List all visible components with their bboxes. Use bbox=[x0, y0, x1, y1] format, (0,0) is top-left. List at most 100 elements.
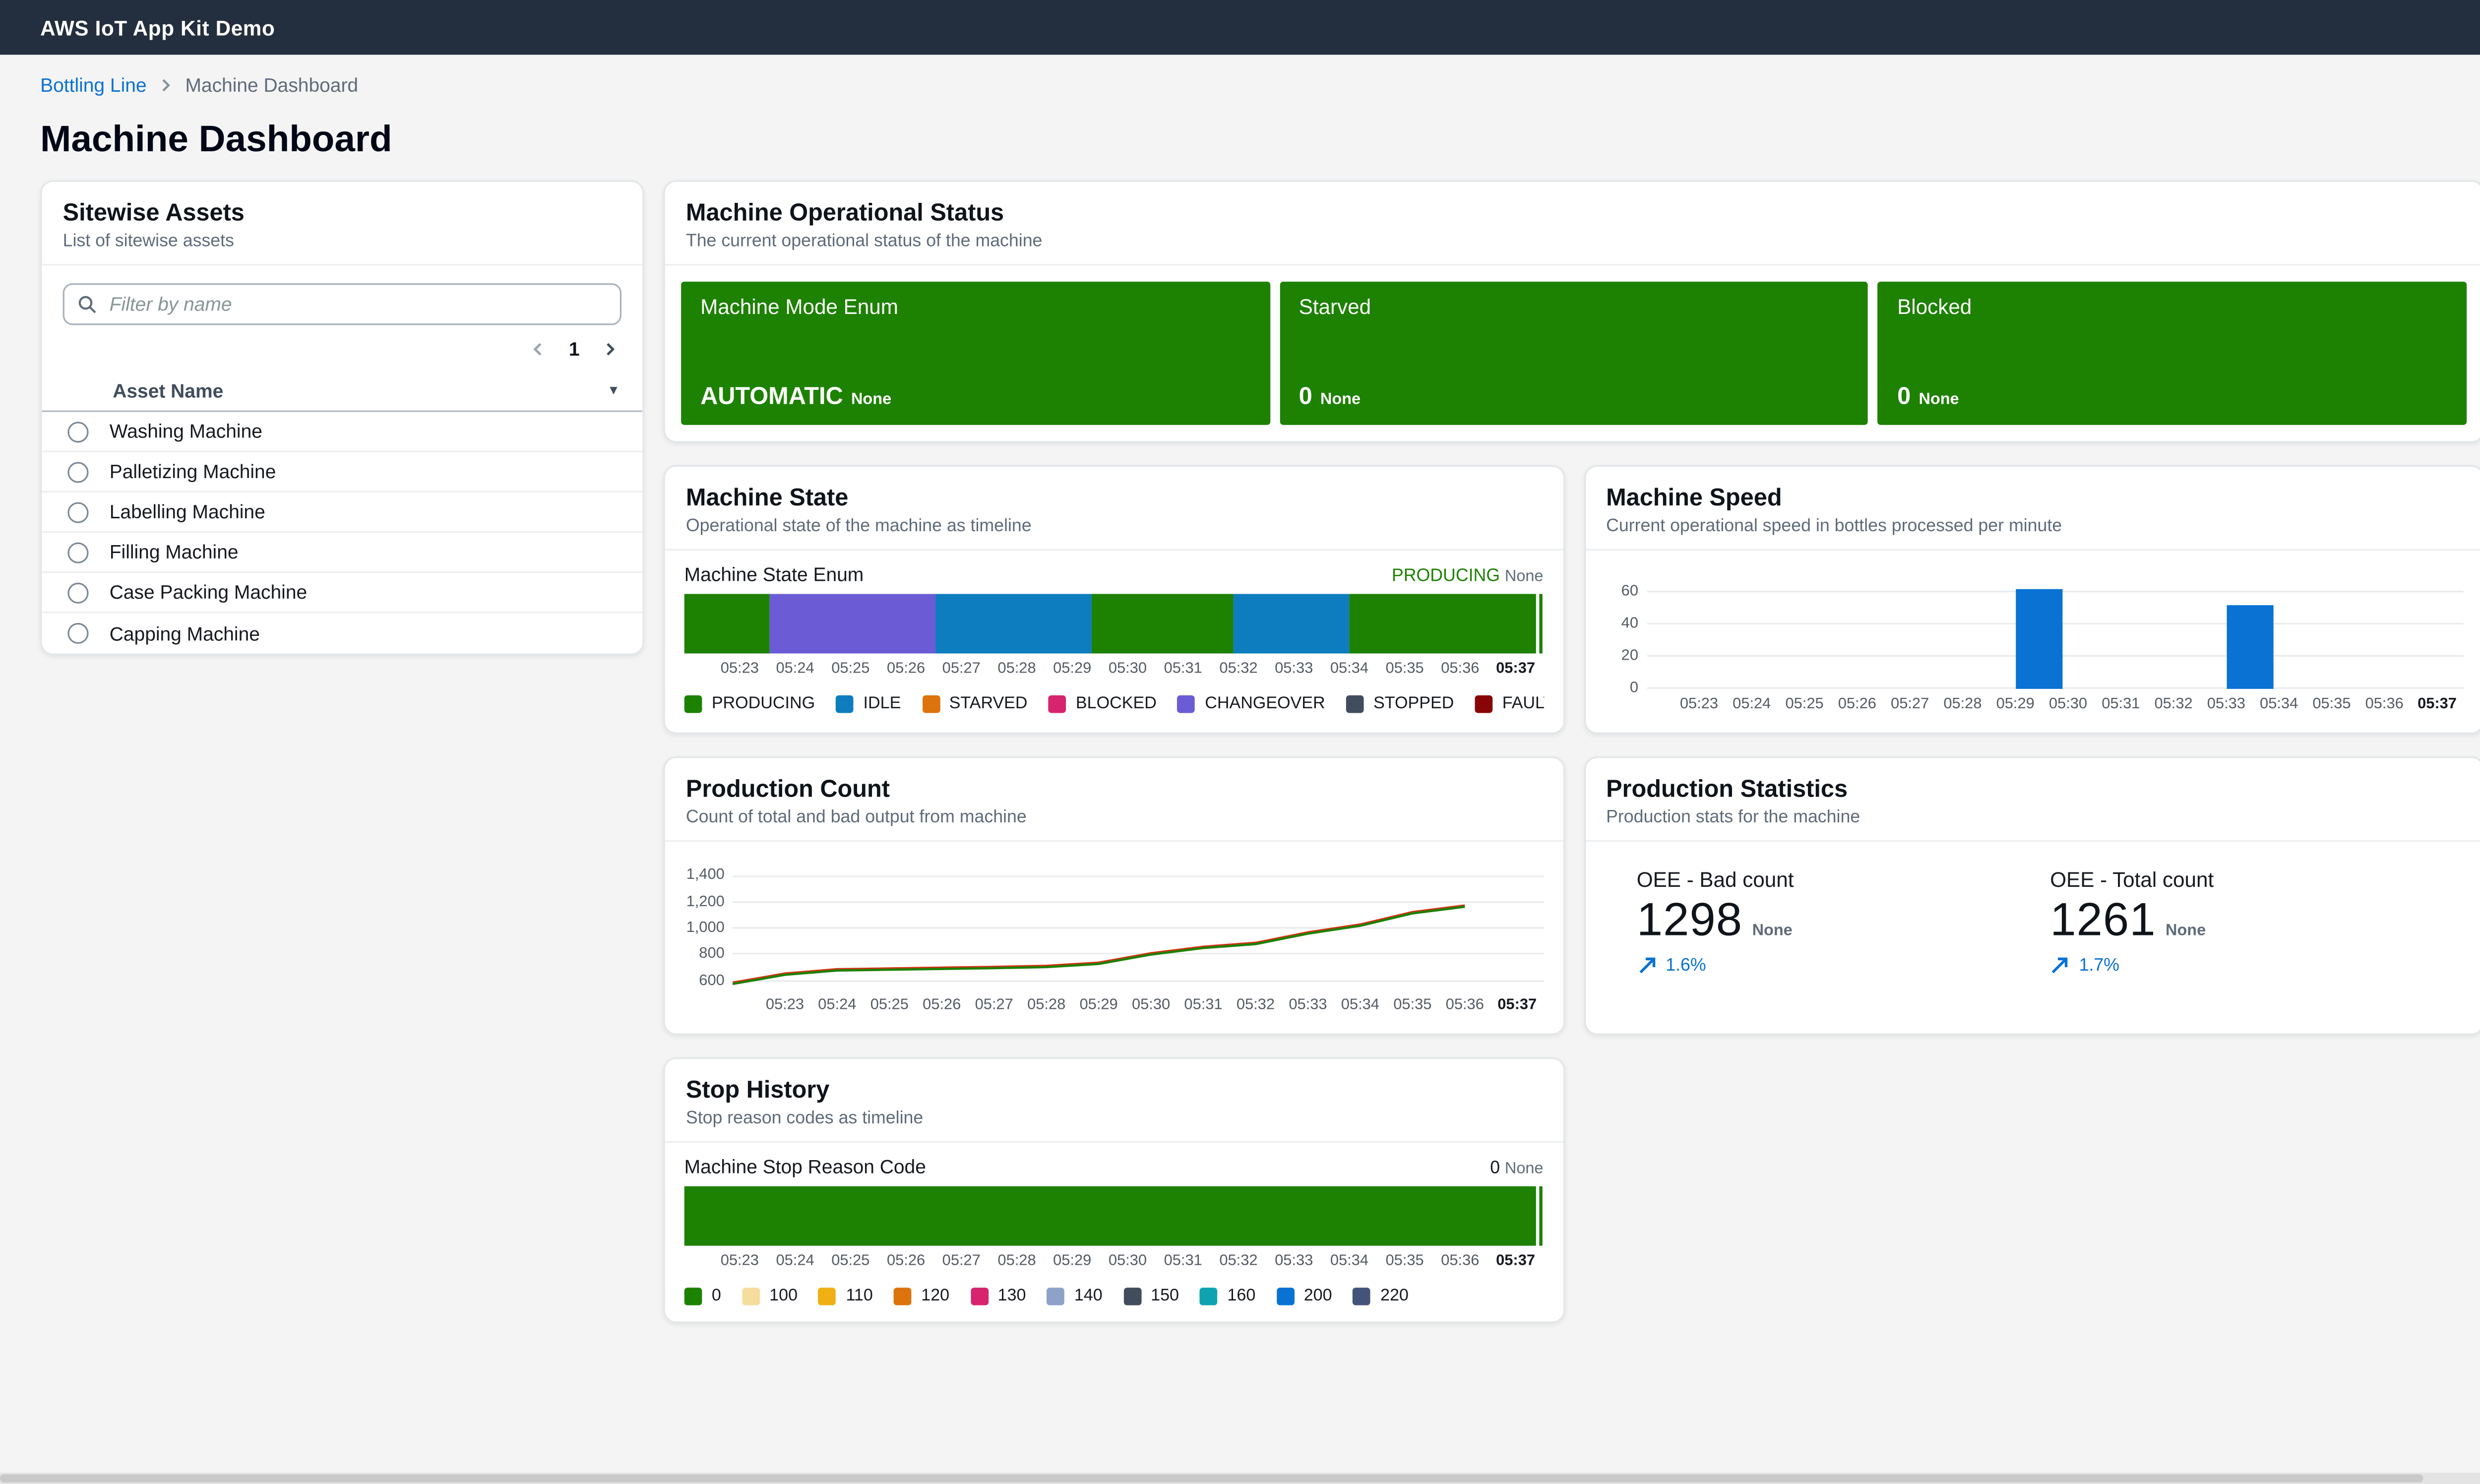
legend-swatch-icon bbox=[1047, 1287, 1065, 1304]
legend-item[interactable]: FAULTED bbox=[1475, 694, 1544, 713]
timeline-segment[interactable] bbox=[1091, 594, 1233, 653]
table-row[interactable]: Filling Machine bbox=[42, 533, 642, 573]
x-axis-tick: 05:24 bbox=[818, 996, 856, 1014]
timeline-segment[interactable] bbox=[769, 594, 936, 653]
x-axis-tick: 05:33 bbox=[1275, 1252, 1313, 1270]
machine-state-latest-value: PRODUCING bbox=[1392, 566, 1500, 586]
timeline-segment[interactable] bbox=[1539, 1186, 1544, 1246]
legend-item[interactable]: 140 bbox=[1047, 1286, 1103, 1305]
x-axis-tick: 05:26 bbox=[887, 1252, 925, 1270]
legend-item[interactable]: 0 bbox=[684, 1286, 721, 1305]
scrollbar-thumb[interactable] bbox=[0, 1475, 2423, 1483]
status-card-unit: None bbox=[1919, 391, 1959, 409]
legend-item[interactable]: STOPPED bbox=[1346, 694, 1454, 713]
production-statistics-title: Production Statistics bbox=[1606, 774, 2462, 805]
machine-state-timeline[interactable] bbox=[684, 594, 1544, 653]
legend-item[interactable]: 150 bbox=[1123, 1286, 1179, 1305]
speed-bar[interactable] bbox=[2226, 605, 2273, 689]
page-number-1[interactable]: 1 bbox=[558, 335, 591, 364]
x-axis-tick: 05:29 bbox=[1053, 660, 1091, 678]
breadcrumb-link-bottling-line[interactable]: Bottling Line bbox=[40, 74, 146, 96]
table-row[interactable]: Capping Machine bbox=[42, 613, 642, 653]
status-kpi-card: Blocked0None bbox=[1878, 282, 2467, 425]
timeline-segment[interactable] bbox=[936, 594, 1091, 653]
legend-item[interactable]: PRODUCING bbox=[684, 694, 815, 713]
trend-up-icon bbox=[1637, 954, 1658, 975]
radio-button[interactable] bbox=[67, 501, 88, 522]
table-row[interactable]: Case Packing Machine bbox=[42, 573, 642, 613]
radio-button[interactable] bbox=[67, 623, 88, 644]
x-axis-tick: 05:34 bbox=[2260, 695, 2298, 713]
speed-bar[interactable] bbox=[2015, 589, 2062, 689]
legend-swatch-icon bbox=[684, 1287, 702, 1304]
table-row[interactable]: Washing Machine bbox=[42, 412, 642, 452]
radio-button[interactable] bbox=[67, 542, 88, 562]
x-axis-tick: 05:28 bbox=[1943, 695, 1982, 713]
radio-button[interactable] bbox=[67, 461, 88, 482]
production-count-title: Production Count bbox=[686, 774, 1542, 805]
legend-item[interactable]: CHANGEOVER bbox=[1178, 694, 1325, 713]
timeline-segment[interactable] bbox=[684, 594, 769, 653]
asset-name-label: Case Packing Machine bbox=[110, 581, 307, 603]
legend-item[interactable]: STARVED bbox=[922, 694, 1028, 713]
radio-button[interactable] bbox=[67, 582, 88, 603]
machine-operational-status-panel: Machine Operational Status The current o… bbox=[663, 180, 2480, 442]
kpi-unit: None bbox=[2166, 922, 2206, 940]
legend-item[interactable]: 120 bbox=[894, 1286, 949, 1305]
legend-item[interactable]: 220 bbox=[1353, 1286, 1409, 1305]
stop-history-panel: Stop History Stop reason codes as timeli… bbox=[663, 1057, 1564, 1323]
chevron-right-icon bbox=[602, 341, 618, 357]
previous-page-button[interactable] bbox=[522, 338, 555, 360]
legend-item[interactable]: IDLE bbox=[836, 694, 901, 713]
stop-history-header: Stop History Stop reason codes as timeli… bbox=[665, 1059, 1563, 1143]
timeline-segment[interactable] bbox=[1350, 594, 1536, 653]
count-plot[interactable] bbox=[733, 865, 1543, 990]
status-kpi-card: Starved0None bbox=[1280, 282, 1868, 425]
timeline-segment[interactable] bbox=[684, 1186, 1536, 1246]
production-count-lines[interactable] bbox=[733, 865, 1543, 990]
x-axis-tick: 05:36 bbox=[2365, 695, 2404, 713]
legend-item[interactable]: 130 bbox=[970, 1286, 1026, 1305]
table-row[interactable]: Palletizing Machine bbox=[42, 452, 642, 493]
asset-filter-input[interactable] bbox=[106, 291, 607, 317]
status-kpi-card: Machine Mode EnumAUTOMATICNone bbox=[681, 282, 1270, 425]
legend-item[interactable]: 100 bbox=[742, 1286, 798, 1305]
status-card-value-row: 0None bbox=[1897, 383, 2447, 410]
asset-name-column-header[interactable]: Asset Name bbox=[113, 379, 223, 401]
timeline-gap[interactable] bbox=[1536, 594, 1539, 653]
stop-history-timeline[interactable] bbox=[684, 1186, 1544, 1246]
machine-state-ticks: 05:2305:2405:2505:2605:2705:2805:2905:30… bbox=[684, 660, 1544, 680]
x-axis-tick: 05:26 bbox=[887, 660, 925, 678]
x-axis-tick: 05:27 bbox=[942, 1252, 981, 1270]
machine-state-latest-unit: None bbox=[1505, 568, 1544, 586]
legend-label: STARVED bbox=[949, 694, 1028, 713]
line-series-total-count bbox=[733, 907, 1465, 984]
horizontal-scrollbar[interactable] bbox=[0, 1473, 2480, 1484]
kpi-trend-value: 1.6% bbox=[1666, 955, 1706, 975]
legend-item[interactable]: 200 bbox=[1277, 1286, 1332, 1305]
legend-item[interactable]: 110 bbox=[818, 1286, 873, 1305]
column-filter-icon[interactable]: ▼ bbox=[607, 383, 620, 397]
machine-state-description: Operational state of the machine as time… bbox=[686, 517, 1542, 536]
timeline-gap[interactable] bbox=[1536, 1186, 1539, 1246]
count-ticks: 05:2305:2405:2505:2605:2705:2805:2905:30… bbox=[733, 996, 1543, 1017]
legend-swatch-icon bbox=[1049, 694, 1066, 712]
asset-name-label: Palletizing Machine bbox=[110, 460, 276, 483]
chevron-right-icon bbox=[158, 77, 174, 93]
y-axis-label: 60 bbox=[1621, 583, 1638, 601]
legend-swatch-icon bbox=[1123, 1287, 1141, 1304]
x-axis-tick: 05:26 bbox=[923, 996, 961, 1014]
timeline-segment[interactable] bbox=[1233, 594, 1350, 653]
next-page-button[interactable] bbox=[594, 338, 626, 360]
legend-item[interactable]: 160 bbox=[1200, 1286, 1255, 1305]
table-row[interactable]: Labelling Machine bbox=[42, 493, 642, 533]
radio-button[interactable] bbox=[67, 421, 88, 442]
x-axis-tick: 05:34 bbox=[1341, 996, 1379, 1014]
legend-item[interactable]: BLOCKED bbox=[1049, 694, 1157, 713]
pagination: 1 bbox=[58, 335, 626, 364]
kpi-value: 1298 bbox=[1637, 895, 1742, 948]
speed-plot[interactable] bbox=[1646, 583, 2463, 689]
status-cards: Machine Mode EnumAUTOMATICNoneStarved0No… bbox=[665, 265, 2480, 441]
kpi-oee-total-count: OEE - Total count 1261 None 1.7% bbox=[2050, 867, 2431, 975]
timeline-segment[interactable] bbox=[1539, 594, 1544, 653]
